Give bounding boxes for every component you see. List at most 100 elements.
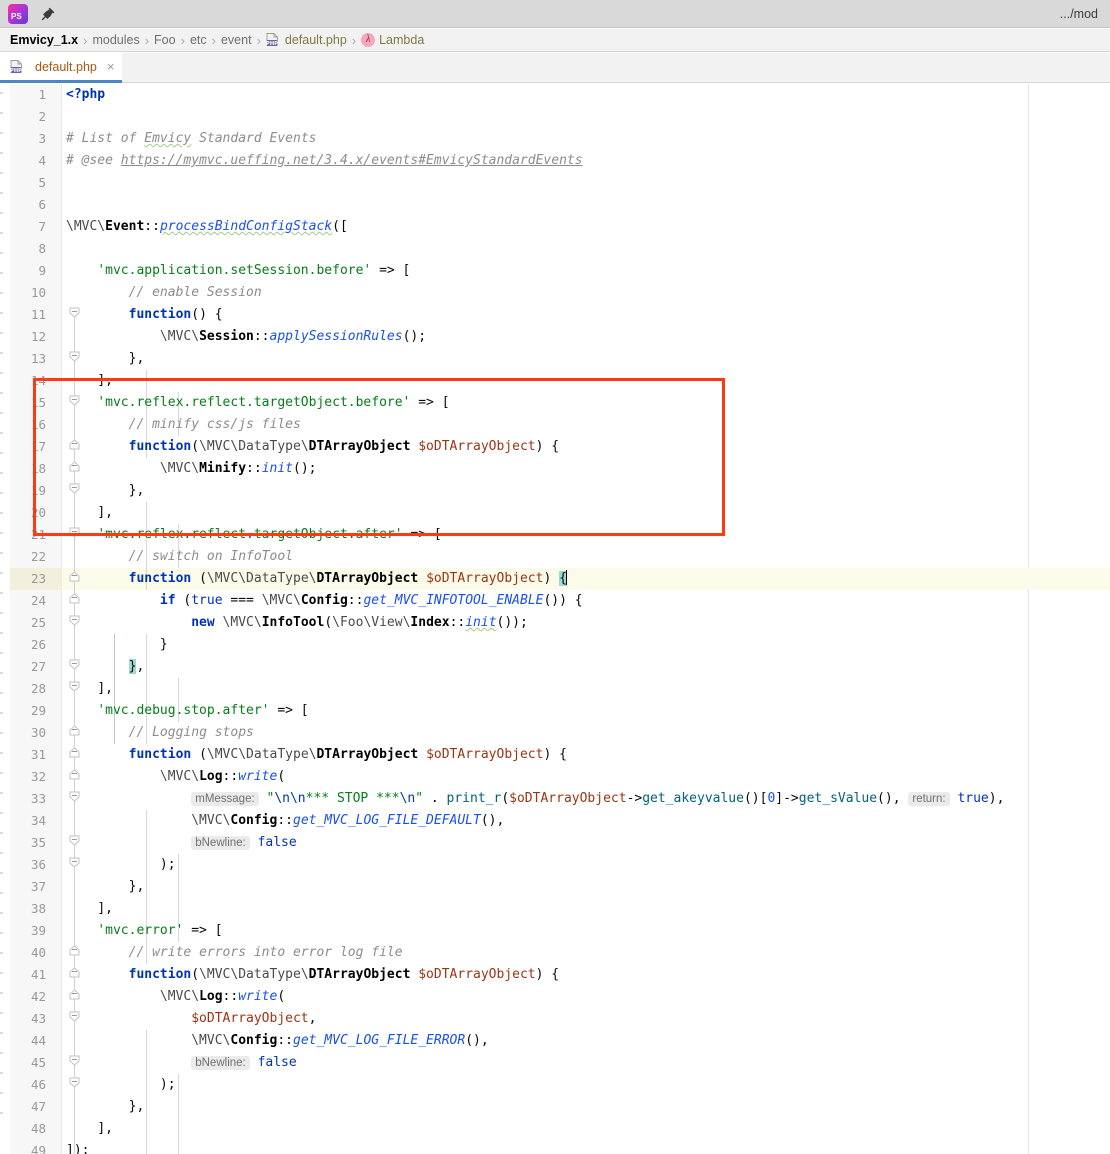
fold-toggle-icon[interactable]: [69, 833, 80, 846]
fold-toggle-icon[interactable]: [69, 679, 80, 692]
code-line[interactable]: 21 'mvc.reflex.reflect.targetObject.afte…: [0, 524, 1110, 546]
fold-toggle-icon[interactable]: [69, 591, 80, 604]
code-line-text: <?php: [66, 87, 106, 102]
code-line-text: 'mvc.debug.stop.after' => [: [97, 703, 309, 718]
code-line-text: 'mvc.reflex.reflect.targetObject.before'…: [97, 395, 450, 410]
code-line[interactable]: 17 function(\MVC\DataType\DTArrayObject …: [0, 436, 1110, 458]
code-line[interactable]: 44 \MVC\Config::get_MVC_LOG_FILE_ERROR()…: [0, 1030, 1110, 1052]
fold-toggle-icon[interactable]: [69, 525, 80, 538]
code-line[interactable]: 39 'mvc.error' => [: [0, 920, 1110, 942]
fold-toggle-icon[interactable]: [69, 767, 80, 780]
fold-toggle-icon[interactable]: [69, 789, 80, 802]
code-line[interactable]: 11 function() {: [0, 304, 1110, 326]
code-line[interactable]: 33 mMessage: "\n\n*** STOP ***\n" . prin…: [0, 788, 1110, 810]
code-line[interactable]: 48 ],: [0, 1118, 1110, 1140]
background-text-fragment: [0, 432, 3, 434]
code-line-text: function(\MVC\DataType\DTArrayObject $oD…: [128, 439, 560, 454]
code-line[interactable]: 31 function (\MVC\DataType\DTArrayObject…: [0, 744, 1110, 766]
code-line[interactable]: 28 ],: [0, 678, 1110, 700]
fold-toggle-icon[interactable]: [69, 855, 80, 868]
code-line[interactable]: 8: [0, 238, 1110, 260]
fold-toggle-icon[interactable]: [69, 987, 80, 1000]
breadcrumb-item-project[interactable]: Emvicy_1.x: [10, 33, 78, 47]
phpstorm-logo-icon: PS: [8, 3, 28, 24]
code-line[interactable]: 24 if (true === \MVC\Config::get_MVC_INF…: [0, 590, 1110, 612]
code-line[interactable]: 29 'mvc.debug.stop.after' => [: [0, 700, 1110, 722]
fold-toggle-icon[interactable]: [69, 1053, 80, 1066]
breadcrumb-item-etc[interactable]: etc: [190, 33, 207, 47]
code-line[interactable]: 19 },: [0, 480, 1110, 502]
code-line[interactable]: 9 'mvc.application.setSession.before' =>…: [0, 260, 1110, 282]
code-line[interactable]: 4 # @see https://mymvc.ueffing.net/3.4.x/…: [0, 150, 1110, 172]
close-icon[interactable]: ×: [107, 59, 115, 74]
code-line[interactable]: 30 // Logging stops: [0, 722, 1110, 744]
code-line[interactable]: 38 ],: [0, 898, 1110, 920]
fold-toggle-icon[interactable]: [69, 1075, 80, 1088]
background-text-fragment: [0, 992, 3, 994]
code-line[interactable]: 41 function(\MVC\DataType\DTArrayObject …: [0, 964, 1110, 986]
code-line[interactable]: 20 ],: [0, 502, 1110, 524]
fold-toggle-icon[interactable]: [69, 657, 80, 670]
code-line[interactable]: 45 bNewline: false: [0, 1052, 1110, 1074]
code-line[interactable]: 23 function (\MVC\DataType\DTArrayObject…: [0, 568, 1110, 590]
code-line[interactable]: 1 <?php: [0, 84, 1110, 106]
code-line[interactable]: 43 $oDTArrayObject,: [0, 1008, 1110, 1030]
code-editor[interactable]: 1 <?php 2 3 # List of Emvicy Standard Events…: [0, 84, 1110, 1154]
code-line[interactable]: 35 bNewline: false: [0, 832, 1110, 854]
breadcrumb-item-file[interactable]: default.php: [285, 33, 347, 47]
breadcrumb-item-modules[interactable]: modules: [92, 33, 139, 47]
code-line[interactable]: 14 ],: [0, 370, 1110, 392]
code-line-text: function (\MVC\DataType\DTArrayObject $o…: [128, 747, 567, 762]
fold-toggle-icon[interactable]: [69, 459, 80, 472]
code-line[interactable]: 10 // enable Session: [0, 282, 1110, 304]
fold-toggle-icon[interactable]: [69, 481, 80, 494]
background-text-fragment: [0, 1112, 3, 1114]
code-line[interactable]: 12 \MVC\Session::applySessionRules();: [0, 326, 1110, 348]
code-line[interactable]: 36 );: [0, 854, 1110, 876]
background-text-fragment: [0, 152, 3, 154]
fold-toggle-icon[interactable]: [69, 965, 80, 978]
fold-toggle-icon[interactable]: [69, 613, 80, 626]
editor-tab-bar: PHP default.php ×: [0, 53, 1110, 83]
code-line[interactable]: 37 },: [0, 876, 1110, 898]
code-line[interactable]: 16 // minify css/js files: [0, 414, 1110, 436]
fold-toggle-icon[interactable]: [69, 723, 80, 736]
tab-default-php[interactable]: PHP default.php ×: [0, 53, 123, 83]
pin-icon[interactable]: [40, 6, 56, 22]
code-line[interactable]: 32 \MVC\Log::write(: [0, 766, 1110, 788]
code-line[interactable]: 49]);: [0, 1140, 1110, 1154]
fold-toggle-icon[interactable]: [69, 569, 80, 582]
code-line[interactable]: 25 new \MVC\InfoTool(\Foo\View\Index::in…: [0, 612, 1110, 634]
breadcrumb-item-foo[interactable]: Foo: [154, 33, 176, 47]
code-line[interactable]: 15 'mvc.reflex.reflect.targetObject.befo…: [0, 392, 1110, 414]
background-text-fragment: [0, 852, 3, 854]
fold-toggle-icon[interactable]: [69, 745, 80, 758]
fold-toggle-icon[interactable]: [69, 349, 80, 362]
code-line[interactable]: 7 \MVC\Event::processBindConfigStack([: [0, 216, 1110, 238]
code-line[interactable]: 22 // switch on InfoTool: [0, 546, 1110, 568]
inlay-hint: mMessage:: [191, 792, 259, 806]
code-line[interactable]: 18 \MVC\Minify::init();: [0, 458, 1110, 480]
code-line[interactable]: 40 // write errors into error log file: [0, 942, 1110, 964]
fold-toggle-icon[interactable]: [69, 1009, 80, 1022]
fold-toggle-icon[interactable]: [69, 943, 80, 956]
fold-toggle-icon[interactable]: [69, 437, 80, 450]
breadcrumb-item-event[interactable]: event: [221, 33, 252, 47]
fold-toggle-icon[interactable]: [69, 393, 80, 406]
code-line[interactable]: 27 },: [0, 656, 1110, 678]
code-line[interactable]: 6: [0, 194, 1110, 216]
code-line[interactable]: 46 );: [0, 1074, 1110, 1096]
code-line[interactable]: 13 },: [0, 348, 1110, 370]
breadcrumb-item-lambda[interactable]: Lambda: [379, 33, 424, 47]
code-line[interactable]: 5: [0, 172, 1110, 194]
code-line[interactable]: 3 # List of Emvicy Standard Events: [0, 128, 1110, 150]
fold-toggle-icon[interactable]: [69, 305, 80, 318]
code-text-area[interactable]: 1 <?php 2 3 # List of Emvicy Standard Events…: [0, 84, 1110, 1154]
code-line[interactable]: 2: [0, 106, 1110, 128]
code-line[interactable]: 42 \MVC\Log::write(: [0, 986, 1110, 1008]
code-line[interactable]: 26 }: [0, 634, 1110, 656]
code-line[interactable]: 34 \MVC\Config::get_MVC_LOG_FILE_DEFAULT…: [0, 810, 1110, 832]
code-line-text: }: [159, 637, 168, 652]
code-line[interactable]: 47 },: [0, 1096, 1110, 1118]
background-text-fragment: [0, 452, 3, 454]
